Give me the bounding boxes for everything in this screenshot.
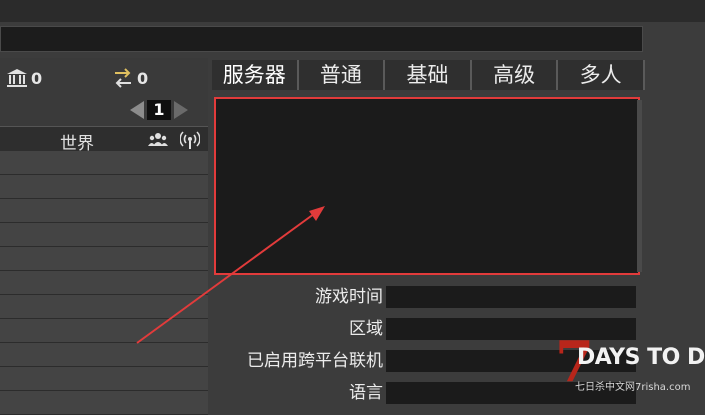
watermark-logo: 7 DAYS TO DIE 七日杀中文网7risha.com <box>555 331 705 405</box>
logo-subtitle: 七日杀中文网7risha.com <box>575 382 691 393</box>
logo-title: DAYS TO DIE <box>577 345 705 370</box>
